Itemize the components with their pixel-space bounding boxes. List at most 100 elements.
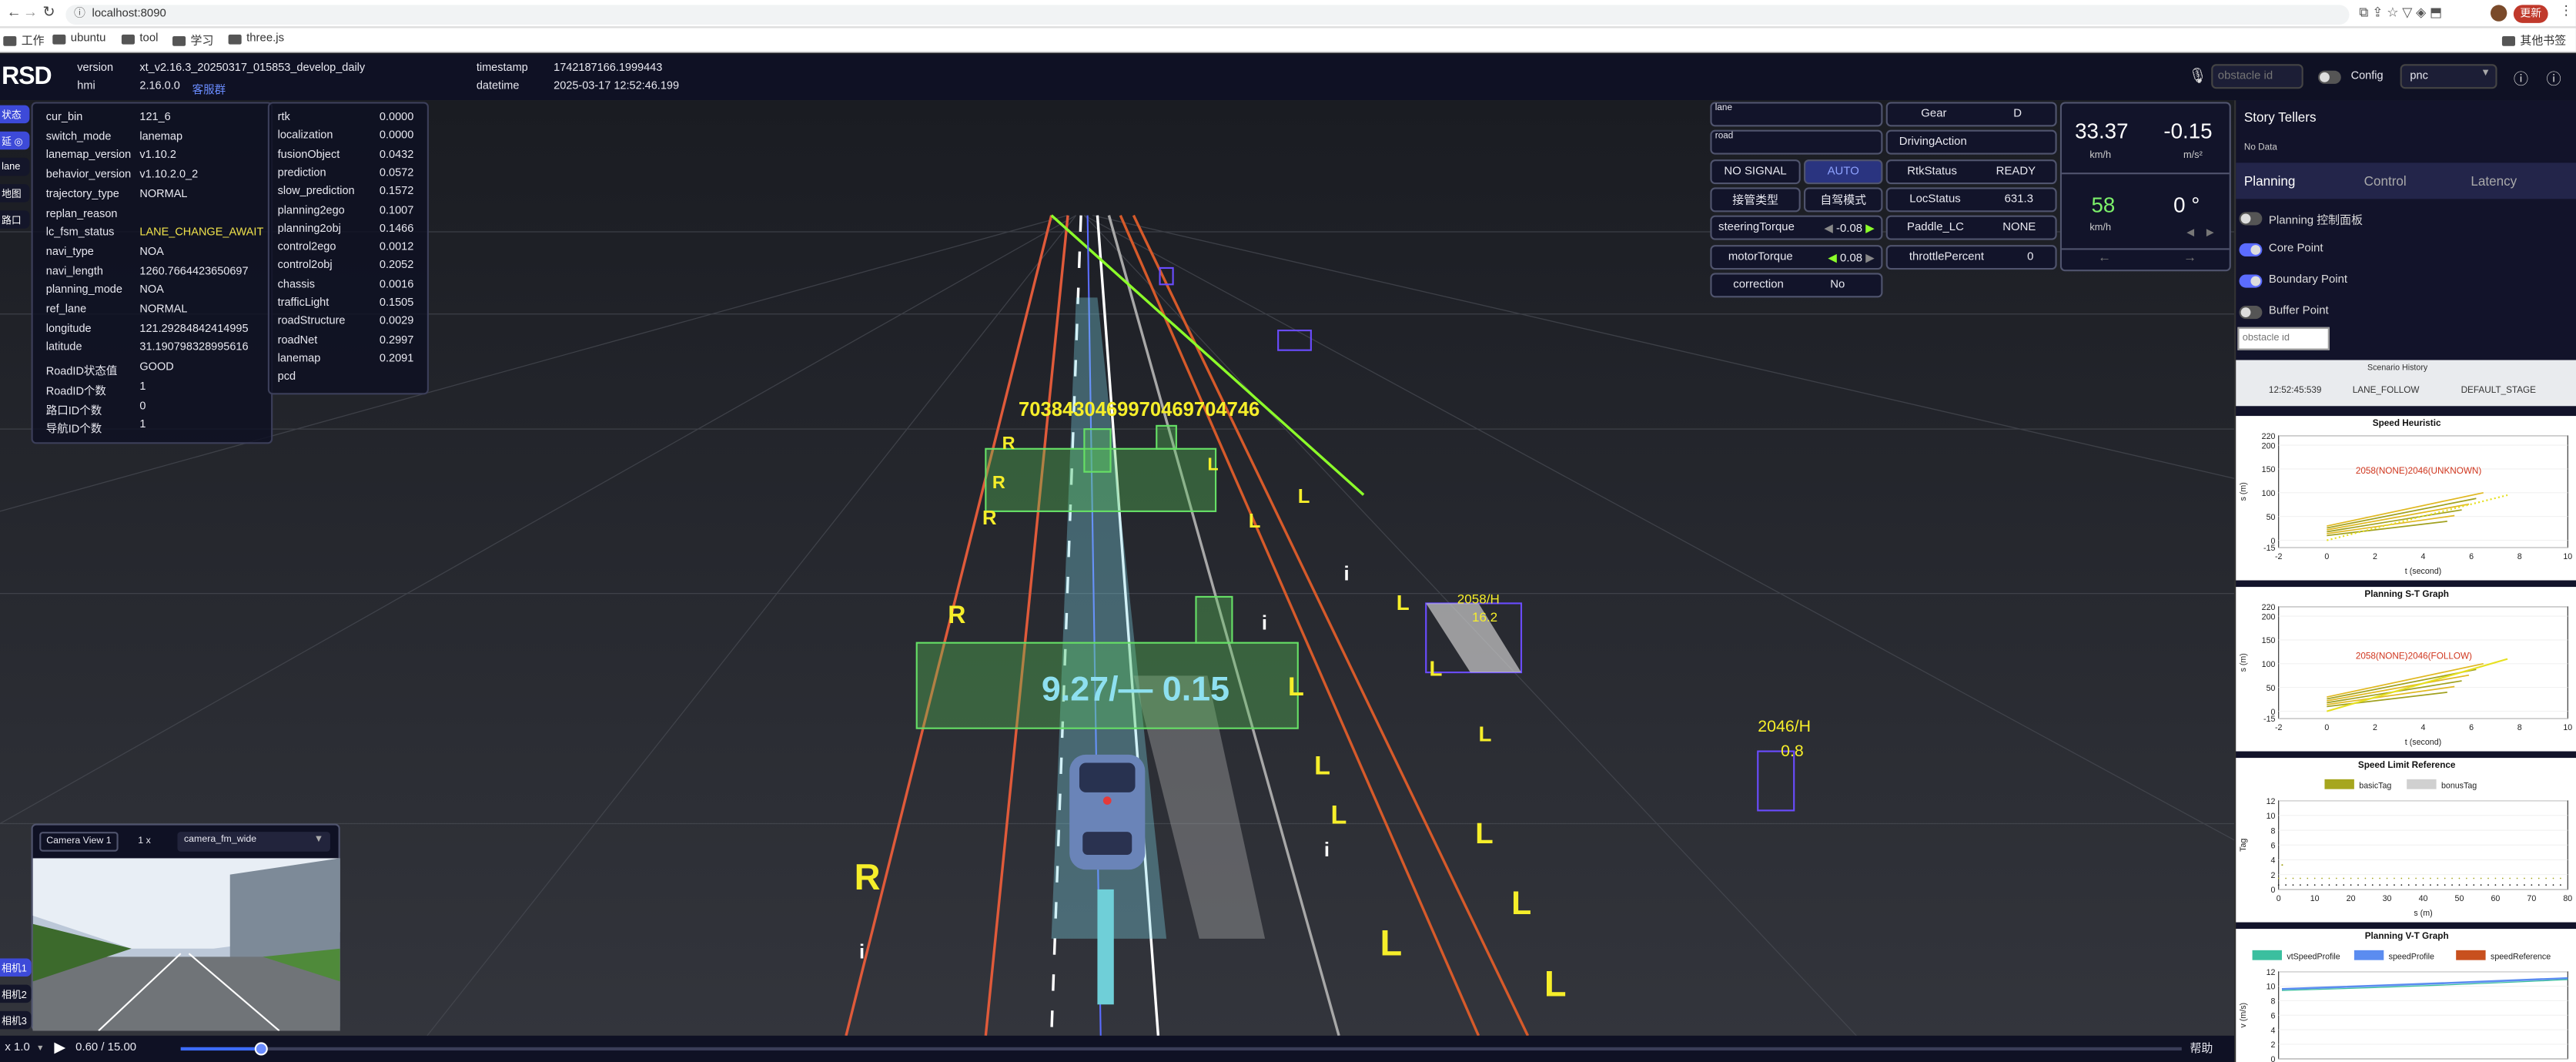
tab-camera-3[interactable]: 相机3 <box>0 1010 32 1030</box>
y-axis-label: s (m) <box>2239 482 2248 501</box>
data-point <box>2379 884 2381 886</box>
data-point <box>2300 884 2301 886</box>
latency-value: 0.0016 <box>379 279 414 291</box>
playback-track[interactable] <box>180 1047 2182 1051</box>
tab-lane[interactable]: lane <box>0 157 30 176</box>
chart-3: Planning V-T Graph 0 2 4 6 8 10 12 v (m/s) vtSpee… <box>2236 929 2576 1062</box>
latency-value: 0.2052 <box>379 260 414 273</box>
info-key: longitude <box>45 323 92 335</box>
latency-key: lanemap <box>277 353 321 365</box>
tab-junction[interactable]: 路口 <box>0 210 30 229</box>
steering-torque: steeringTorque ◀ -0.08 ▶ <box>1710 215 1883 240</box>
latency-key: roadStructure <box>277 316 346 328</box>
y-tick-label: 8 <box>2271 997 2276 1007</box>
toggle-row[interactable]: Buffer Point <box>2236 303 2576 323</box>
tab-status[interactable]: 状态 <box>0 105 30 124</box>
extensions-icon[interactable]: ⧉ ⇪ ☆ ▽ ◈ ⬒ <box>2359 5 2442 21</box>
bookmark-tool[interactable]: tool <box>121 33 158 45</box>
data-point <box>2480 877 2482 879</box>
tab-planning[interactable]: Planning <box>2244 174 2295 189</box>
data-point <box>2386 877 2388 879</box>
latency-key: planning2obj <box>277 223 341 235</box>
bookmark-work[interactable]: 工作 <box>3 33 45 49</box>
toggle-switch[interactable] <box>2239 212 2263 226</box>
toggle-row[interactable]: Boundary Point <box>2236 271 2576 291</box>
info-icon[interactable]: ⓘ <box>2547 68 2561 89</box>
address-bar[interactable]: ⓘ localhost:8090 <box>65 5 2350 25</box>
folder-icon <box>52 33 66 44</box>
toggle-switch[interactable] <box>2239 306 2263 320</box>
microphone-icon[interactable]: 🎙 <box>2188 68 2206 85</box>
toggle-row[interactable]: Core Point <box>2236 240 2576 260</box>
latency-value: 0.0000 <box>379 112 414 124</box>
info-value: lanemap <box>139 131 183 143</box>
tab-camera-2[interactable]: 相机2 <box>0 984 32 1003</box>
avatar[interactable] <box>2490 5 2507 22</box>
tab-control[interactable]: Control <box>2364 174 2407 189</box>
obstacle-search-input[interactable] <box>2211 64 2303 89</box>
latency-key: control2obj <box>277 260 333 273</box>
x-axis-label: t (second) <box>2405 567 2441 576</box>
obstacle-id-input[interactable] <box>2237 327 2330 350</box>
info-value: v1.10.2 <box>139 150 176 162</box>
chart-2: Speed Limit Reference 0 2 4 6 8 10 12 0 10 20 30 40 5… <box>2236 758 2576 923</box>
info-key: navi_length <box>45 265 103 277</box>
play-icon[interactable]: ▶ <box>54 1039 65 1057</box>
lane-indicator: lane <box>1710 102 1883 127</box>
version-label: version <box>77 62 114 75</box>
current-speed: 33.37 <box>2075 118 2129 143</box>
menu-icon[interactable]: ⋮ <box>2560 3 2573 18</box>
series-line <box>2327 662 2484 698</box>
data-point <box>2343 877 2345 879</box>
toggle-switch[interactable] <box>2239 243 2263 257</box>
service-group-link[interactable]: 客服群 <box>192 81 226 97</box>
tab-map[interactable]: 地图 <box>0 184 30 203</box>
rtk-status: RtkStatus READY <box>1885 159 2057 185</box>
help-link[interactable]: 帮助 <box>2190 1040 2213 1057</box>
info-value: 1 <box>139 419 146 431</box>
latency-value: 0.0012 <box>379 242 414 253</box>
acceleration: -0.15 <box>2163 118 2213 143</box>
config-label: Config <box>2350 70 2384 82</box>
toggle-label: Buffer Point <box>2268 306 2329 317</box>
reload-icon[interactable]: ↻ <box>42 3 55 21</box>
tab-latency[interactable]: Latency <box>2471 174 2517 189</box>
bookmark-other[interactable]: 其他书签 <box>2501 33 2566 49</box>
folder-icon <box>172 35 186 46</box>
x-tick-label: 8 <box>2517 723 2522 732</box>
y-axis-label: Tag <box>2239 839 2248 852</box>
toggle-row[interactable]: Planning 控制面板 <box>2236 209 2576 229</box>
svg-text:i: i <box>1324 839 1330 861</box>
mode-select[interactable]: pnc ▼ <box>2400 64 2497 89</box>
info-key: RoadID个数 <box>45 386 106 398</box>
bookmark-threejs[interactable]: three.js <box>228 33 284 45</box>
bookmark-ubuntu[interactable]: ubuntu <box>52 33 105 45</box>
x-tick-label: 40 <box>2419 894 2428 903</box>
playback-slider-handle[interactable] <box>254 1042 268 1056</box>
update-button[interactable]: 更新 <box>2513 5 2548 23</box>
camera-source-select[interactable]: camera_fm_wide ▼ <box>177 832 330 852</box>
tab-camera-1[interactable]: 相机1 <box>0 958 32 977</box>
latency-key: roadNet <box>277 334 318 347</box>
playback-speed-select[interactable]: x 1.0 <box>5 1042 29 1054</box>
data-point <box>2307 877 2309 879</box>
data-point <box>2335 884 2337 886</box>
forward-icon[interactable]: → <box>23 3 38 19</box>
tab-latency[interactable]: 延 ◎ <box>0 131 30 150</box>
svg-text:i: i <box>859 942 865 963</box>
bookmark-study[interactable]: 学习 <box>172 33 213 49</box>
x-tick-label: 70 <box>2527 894 2536 903</box>
data-point <box>2321 884 2323 886</box>
config-toggle[interactable] <box>2317 70 2341 84</box>
y-tick-label: 0 <box>2271 708 2276 717</box>
back-icon[interactable]: ← <box>7 3 22 19</box>
data-point <box>2313 884 2316 886</box>
camera-view-button[interactable]: Camera View 1 <box>39 832 119 852</box>
data-point <box>2292 884 2294 886</box>
svg-text:R: R <box>982 508 996 529</box>
legend-swatch <box>2407 779 2437 789</box>
svg-text:R: R <box>855 856 881 897</box>
help-icon[interactable]: ⓘ <box>2514 68 2528 89</box>
toggle-switch[interactable] <box>2239 274 2263 288</box>
data-point <box>2437 884 2439 886</box>
